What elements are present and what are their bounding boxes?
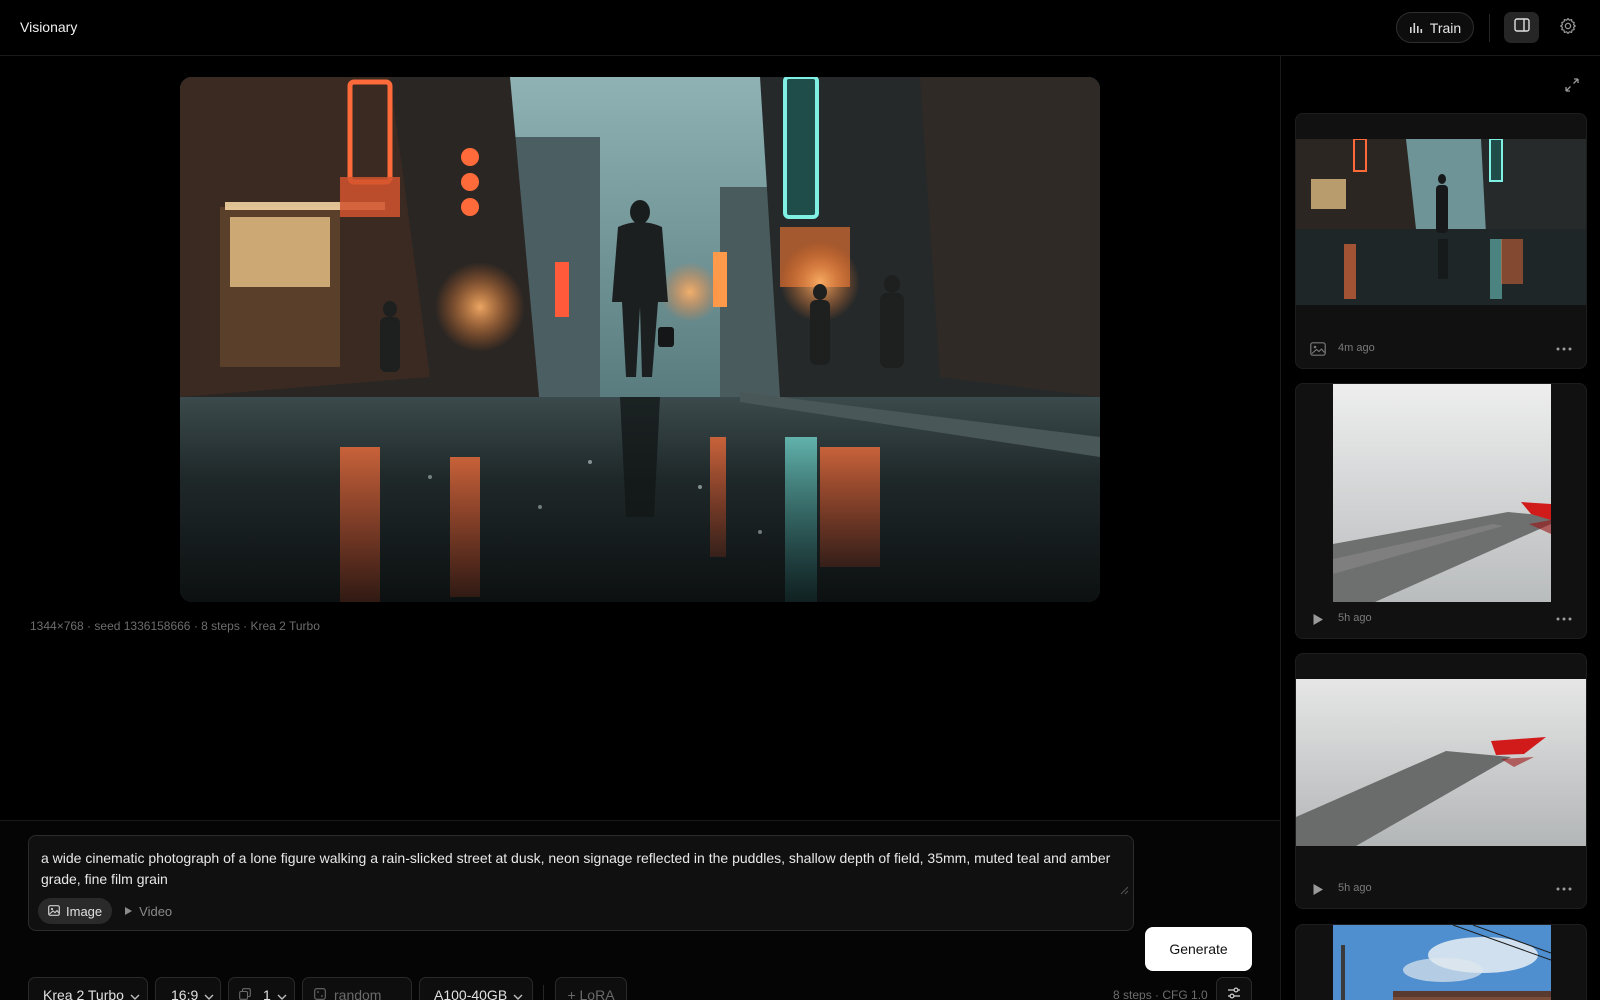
- history-card-footer: 4m ago: [1296, 330, 1586, 368]
- history-card-footer: 5h ago: [1296, 600, 1586, 638]
- history-thumbnail[interactable]: [1296, 679, 1586, 846]
- generation-controls: Krea 2 Turbo 16:9 1 random A100-40GB + L…: [28, 977, 1252, 1000]
- history-card[interactable]: 4m ago: [1295, 113, 1587, 369]
- settings-button[interactable]: [1554, 14, 1582, 42]
- history-thumbnail[interactable]: [1333, 384, 1551, 602]
- sliders-icon: [1227, 986, 1241, 1000]
- history-time: 5h ago: [1338, 612, 1372, 624]
- seed-placeholder: random: [334, 987, 382, 1000]
- model-value: Krea 2 Turbo: [43, 987, 124, 1000]
- main-canvas: 1344×768 · seed 1336158666 · 8 steps · K…: [0, 56, 1280, 1000]
- expand-button[interactable]: [1561, 76, 1583, 98]
- mode-video-label: Video: [139, 903, 173, 919]
- app-title: Visionary: [20, 19, 78, 35]
- train-label: Train: [1429, 19, 1462, 36]
- history-card[interactable]: [1295, 924, 1587, 1000]
- history-sidebar: 4m ago 5h ago 5h ago: [1281, 56, 1600, 1000]
- prompt-input[interactable]: a wide cinematic photograph of a lone fi…: [28, 835, 1134, 931]
- gpu-select[interactable]: A100-40GB: [419, 977, 533, 1000]
- blue-sky-building-thumbnail: [1333, 925, 1551, 1000]
- model-select[interactable]: Krea 2 Turbo: [28, 977, 148, 1000]
- gear-icon: [1559, 17, 1577, 40]
- seed-input[interactable]: random: [302, 977, 412, 1000]
- resize-grip-icon[interactable]: [1120, 882, 1129, 895]
- history-card[interactable]: 5h ago: [1295, 383, 1587, 639]
- controls-divider: [543, 985, 544, 1000]
- more-options-icon[interactable]: [1554, 880, 1574, 898]
- paper-boat-thumbnail: [1333, 384, 1551, 602]
- play-icon: [1310, 881, 1326, 897]
- count-value: 1: [263, 987, 271, 1000]
- mode-toggle: Image Video: [38, 898, 182, 924]
- advanced-settings-button[interactable]: [1216, 977, 1252, 1000]
- chevron-down-icon: [130, 987, 140, 1000]
- copies-icon: [239, 987, 251, 1000]
- expand-arrows-icon: [1565, 77, 1579, 97]
- paper-boat-wide-thumbnail: [1296, 679, 1586, 846]
- mode-image-button[interactable]: Image: [38, 898, 113, 924]
- chevron-down-icon: [204, 987, 214, 1000]
- seed-icon: [314, 987, 326, 1000]
- gpu-value: A100-40GB: [434, 987, 508, 1000]
- play-icon: [124, 904, 133, 919]
- generate-button[interactable]: Generate: [1145, 927, 1252, 971]
- add-lora-button[interactable]: + LoRA: [555, 977, 627, 1000]
- history-card[interactable]: 5h ago: [1295, 653, 1587, 909]
- history-thumbnail[interactable]: [1333, 925, 1551, 1000]
- mode-image-label: Image: [66, 903, 103, 919]
- steps-cfg-info: 8 steps · CFG 1.0: [1113, 988, 1208, 1000]
- mode-video-button[interactable]: Video: [114, 898, 182, 924]
- rainy-street-thumbnail: [1296, 139, 1586, 305]
- image-metadata: 1344×768 · seed 1336158666 · 8 steps · K…: [30, 619, 320, 633]
- header-divider: [1489, 14, 1490, 42]
- play-icon: [1310, 611, 1326, 627]
- generated-image-preview[interactable]: [180, 77, 1100, 602]
- top-bar: Visionary Train: [0, 0, 1600, 56]
- history-time: 5h ago: [1338, 882, 1372, 894]
- toggle-sidebar-button[interactable]: [1504, 12, 1539, 43]
- image-icon: [48, 904, 60, 919]
- image-icon: [1310, 341, 1326, 357]
- aspect-value: 16:9: [171, 987, 199, 1000]
- history-card-footer: 5h ago: [1296, 870, 1586, 908]
- composer-panel: a wide cinematic photograph of a lone fi…: [0, 820, 1280, 1000]
- more-options-icon[interactable]: [1554, 340, 1574, 358]
- more-options-icon[interactable]: [1554, 610, 1574, 628]
- image-count-select[interactable]: 1: [228, 977, 295, 1000]
- history-time: 4m ago: [1338, 342, 1375, 354]
- lora-label: + LoRA: [567, 987, 615, 1000]
- sidebar-panel-icon: [1513, 18, 1530, 37]
- history-thumbnail[interactable]: [1296, 139, 1586, 305]
- aspect-ratio-select[interactable]: 16:9: [155, 977, 221, 1000]
- chevron-down-icon: [513, 987, 523, 1000]
- prompt-text[interactable]: a wide cinematic photograph of a lone fi…: [41, 848, 1121, 890]
- chevron-down-icon: [277, 987, 287, 1000]
- bar-chart-icon: [1409, 22, 1423, 34]
- rainy-street-image: [180, 77, 1100, 602]
- train-button[interactable]: Train: [1396, 12, 1474, 43]
